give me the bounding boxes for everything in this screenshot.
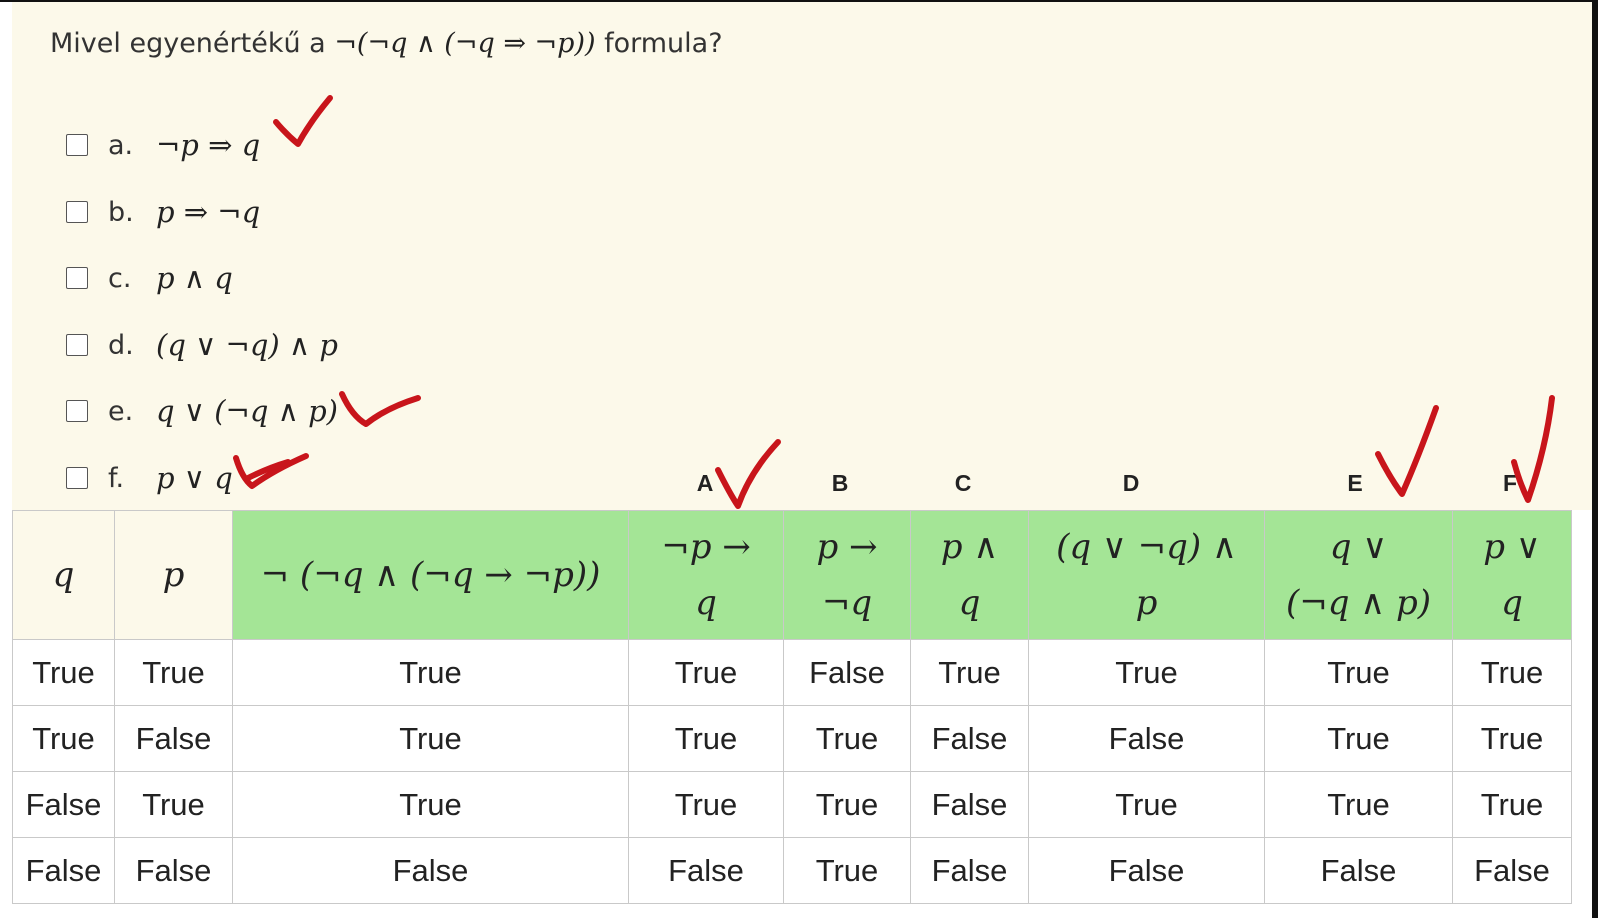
option-f-checkbox[interactable] [66, 467, 88, 489]
option-a-checkbox[interactable] [66, 134, 88, 156]
table-cell: False [628, 837, 784, 904]
table-cell: True [1264, 705, 1453, 772]
table-cell: True [1452, 771, 1572, 838]
option-e[interactable]: e. q ∨ (¬q ∧ p) [66, 391, 338, 431]
column-letter-a: A [696, 470, 714, 496]
table-cell: True [628, 639, 784, 706]
question-suffix: formula? [604, 28, 723, 59]
option-f[interactable]: f. p ∨ q [66, 458, 233, 498]
table-cell: False [783, 639, 911, 706]
option-f-formula: p ∨ q [156, 461, 233, 495]
option-d[interactable]: d. (q ∨ ¬q) ∧ p [66, 325, 338, 365]
table-cell: False [910, 837, 1029, 904]
question-prefix: Mivel egyenértékű a [50, 28, 326, 59]
header-a: ¬p → q [628, 510, 784, 640]
table-cell: True [232, 639, 629, 706]
table-cell: False [12, 771, 115, 838]
table-cell: True [628, 705, 784, 772]
table-cell: False [114, 837, 233, 904]
header-e: q ∨ (¬q ∧ p) [1264, 510, 1453, 640]
option-f-letter: f. [108, 462, 125, 494]
option-d-formula: (q ∨ ¬q) ∧ p [156, 328, 338, 362]
option-a-letter: a. [108, 129, 134, 161]
option-e-formula: q ∨ (¬q ∧ p) [156, 394, 338, 428]
option-d-checkbox[interactable] [66, 334, 88, 356]
option-b-checkbox[interactable] [66, 201, 88, 223]
option-b[interactable]: b. p ⇒ ¬q [66, 192, 260, 232]
table-cell: True [1264, 771, 1453, 838]
table-cell: True [783, 837, 911, 904]
option-b-formula: p ⇒ ¬q [156, 195, 261, 229]
table-cell: False [1028, 705, 1265, 772]
header-b: p → ¬q [783, 510, 911, 640]
table-cell: False [1264, 837, 1453, 904]
option-a-formula: ¬p ⇒ q [156, 128, 261, 162]
table-row: False False False False True False False… [12, 837, 1572, 904]
right-border [1592, 0, 1598, 918]
header-c: p ∧ q [910, 510, 1029, 640]
header-p: p [114, 510, 233, 640]
column-letter-e: E [1347, 470, 1363, 496]
option-b-letter: b. [108, 196, 134, 228]
header-q: q [12, 510, 115, 640]
table-cell: True [1264, 639, 1453, 706]
option-a[interactable]: a. ¬p ⇒ q [66, 125, 260, 165]
option-d-letter: d. [108, 329, 134, 361]
table-header-row: q p ¬ (¬q ∧ (¬q → ¬p)) ¬p → q p → ¬q p ∧ q … [12, 510, 1572, 640]
table-cell: True [1028, 771, 1265, 838]
header-original-formula: ¬ (¬q ∧ (¬q → ¬p)) [232, 510, 629, 640]
table-cell: False [12, 837, 115, 904]
table-cell: True [910, 639, 1029, 706]
table-row: True False True True True False False Tr… [12, 705, 1572, 772]
table-row: False True True True True False True Tru… [12, 771, 1572, 838]
option-c-formula: p ∧ q [156, 261, 233, 295]
option-c-checkbox[interactable] [66, 267, 88, 289]
option-c[interactable]: c. p ∧ q [66, 258, 233, 298]
table-cell: True [628, 771, 784, 838]
table-cell: True [1452, 705, 1572, 772]
table-cell: True [1028, 639, 1265, 706]
option-c-letter: c. [108, 262, 132, 294]
header-d: (q ∨ ¬q) ∧ p [1028, 510, 1265, 640]
table-cell: True [232, 705, 629, 772]
table-cell: False [1028, 837, 1265, 904]
question-formula: ¬(¬q ∧ (¬q ⇒ ¬p)) [334, 28, 596, 59]
truth-table: q p ¬ (¬q ∧ (¬q → ¬p)) ¬p → q p → ¬q p ∧ q … [12, 510, 1572, 904]
table-row: True True True True False True True True… [12, 639, 1572, 706]
column-letter-d: D [1122, 470, 1140, 496]
table-cell: True [1452, 639, 1572, 706]
table-cell: True [114, 639, 233, 706]
table-cell: False [1452, 837, 1572, 904]
quiz-panel [12, 2, 1592, 510]
column-letter-b: B [831, 470, 849, 496]
column-letter-c: C [954, 470, 972, 496]
column-letter-f: F [1502, 470, 1518, 496]
table-cell: False [910, 771, 1029, 838]
header-f: p ∨ q [1452, 510, 1572, 640]
question-text: Mivel egyenértékű a ¬(¬q ∧ (¬q ⇒ ¬p)) fo… [50, 28, 723, 59]
table-cell: True [12, 639, 115, 706]
table-cell: True [232, 771, 629, 838]
table-cell: False [114, 705, 233, 772]
table-cell: True [12, 705, 115, 772]
table-cell: True [783, 705, 911, 772]
table-cell: False [232, 837, 629, 904]
table-cell: True [114, 771, 233, 838]
option-e-letter: e. [108, 395, 134, 427]
table-cell: True [783, 771, 911, 838]
table-cell: False [910, 705, 1029, 772]
option-e-checkbox[interactable] [66, 400, 88, 422]
